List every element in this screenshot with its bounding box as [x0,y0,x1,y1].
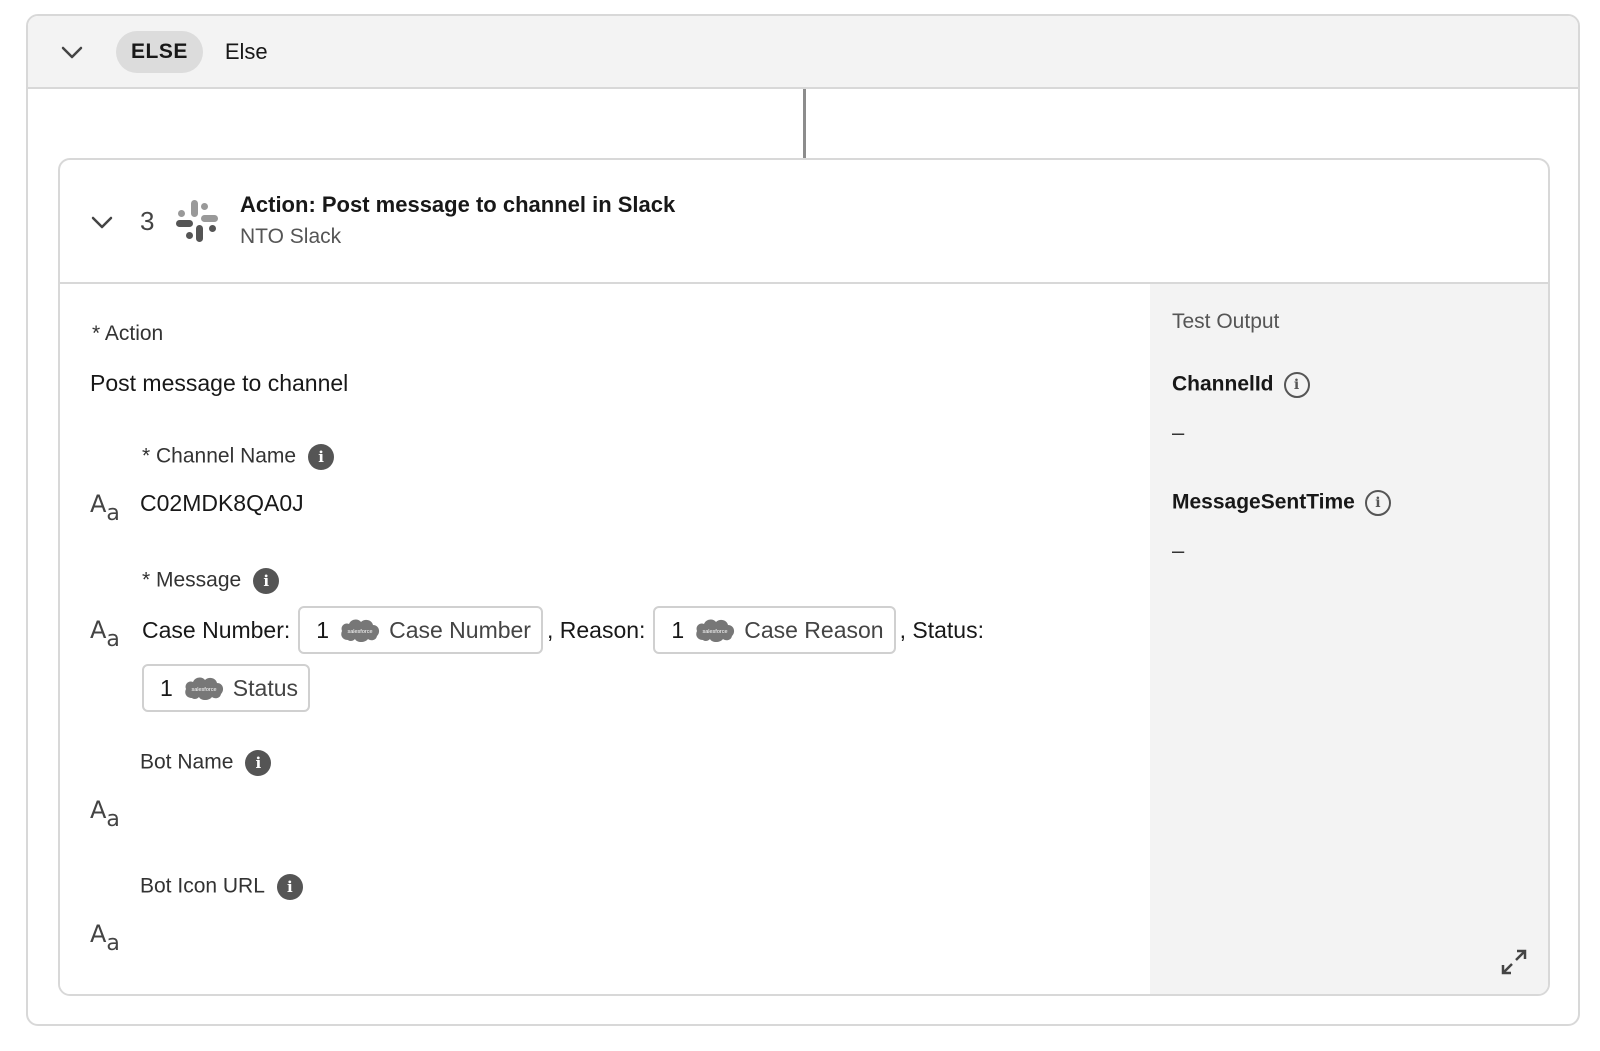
text-type-icon: Aa [90,616,120,652]
text-type-icon: Aa [90,490,120,526]
message-field-line-2: 1 salesforce Status [142,664,311,712]
bot-name-field[interactable] [140,790,1040,830]
chevron-down-icon[interactable] [60,40,84,64]
pill-label: Case Number [389,616,531,643]
output-message-sent-time-label: MessageSentTime i [1172,490,1391,516]
bot-icon-url-label-text: Bot Icon URL [140,874,265,898]
channel-name-label: * Channel Name i [142,444,335,470]
message-text-segment: Case Number: [142,616,291,643]
info-icon[interactable]: i [245,750,272,776]
bot-name-label-text: Bot Name [140,750,234,774]
test-output-title: Test Output [1172,310,1280,333]
output-channel-id-label-text: ChannelId [1172,372,1274,396]
else-label: Else [224,38,268,64]
svg-text:salesforce: salesforce [348,629,373,635]
pill-step-number: 1 [671,616,685,643]
message-label: * Message i [142,568,280,594]
pill-label: Status [232,674,299,701]
action-value[interactable]: Post message to channel [90,370,348,397]
merge-field-pill-status[interactable]: 1 salesforce Status [142,664,311,712]
merge-field-pill-case-reason[interactable]: 1 salesforce Case Reason [653,606,896,654]
else-badge: ELSE [116,30,203,73]
action-step-subtitle: NTO Slack [240,225,342,248]
merge-field-pill-case-number[interactable]: 1 salesforce Case Number [298,606,543,654]
flow-connector-line [803,89,806,159]
action-config-pane: * Action Post message to channel * Chann… [60,284,1150,994]
channel-name-field[interactable]: C02MDK8QA0J [140,490,304,517]
text-type-icon: Aa [90,920,120,956]
output-message-sent-time-value: – [1172,538,1185,563]
chevron-down-icon[interactable] [90,210,114,234]
message-label-text: * Message [142,568,242,592]
info-icon[interactable]: i [1283,372,1310,398]
svg-text:salesforce: salesforce [191,687,216,693]
expand-icon[interactable] [1500,948,1528,976]
message-text-segment: , Reason: [546,616,646,643]
output-message-sent-time-label-text: MessageSentTime [1172,490,1355,514]
message-text-segment: , Status: [899,616,984,643]
info-icon[interactable]: i [276,874,303,900]
channel-name-label-text: * Channel Name [142,444,297,468]
text-type-icon: Aa [90,796,120,832]
bot-icon-url-field[interactable] [140,914,1040,954]
else-branch-header[interactable]: ELSE Else [28,16,1578,89]
info-icon[interactable]: i [308,444,335,470]
action-label: * Action [92,322,164,345]
action-step-card: 3 Action: Post message to channel in Sla… [58,158,1550,996]
salesforce-cloud-icon: salesforce [185,677,223,700]
info-icon[interactable]: i [1364,490,1391,516]
pill-label: Case Reason [744,616,884,643]
bot-icon-url-label: Bot Icon URL i [140,874,303,900]
output-channel-id-value: – [1172,420,1185,445]
else-branch-container: ELSE Else 3 Action: Post message to chan… [26,14,1580,1026]
bot-name-label: Bot Name i [140,750,272,776]
step-number: 3 [140,206,155,236]
action-step-title: Action: Post message to channel in Slack [240,192,676,217]
svg-text:salesforce: salesforce [703,629,728,635]
output-channel-id-label: ChannelId i [1172,372,1310,398]
message-field[interactable]: Case Number: 1 salesforce Case Number , … [138,606,992,654]
info-icon[interactable]: i [253,568,280,594]
pill-step-number: 1 [160,674,173,701]
action-step-header[interactable]: 3 Action: Post message to channel in Sla… [60,160,1548,284]
salesforce-cloud-icon: salesforce [341,619,380,642]
test-output-pane: Test Output ChannelId i – MessageSentTime… [1150,284,1548,994]
pill-step-number: 1 [316,616,330,643]
slack-logo-icon [176,200,218,242]
salesforce-cloud-icon: salesforce [696,619,735,642]
